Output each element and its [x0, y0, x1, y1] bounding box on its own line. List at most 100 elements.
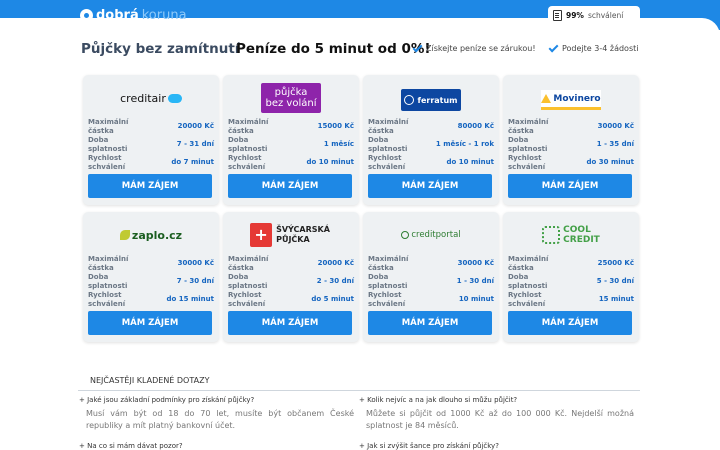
- speed-row: Rychlost schválení do 30 minut: [508, 154, 634, 171]
- lender-logo-text: ŠVÝCARSKÁ PŮJČKA: [276, 225, 330, 245]
- faq-answer: Musí vám být od 18 do 70 let, musíte být…: [86, 409, 354, 430]
- approval-percent: 99%: [566, 10, 584, 20]
- page-title: Půjčky bez zamítnutí: [81, 41, 240, 57]
- speed-value: 10 minut: [458, 295, 494, 303]
- term-label: Doba splatnosti: [228, 136, 268, 153]
- term-row: Doba splatnosti 7 - 31 dní: [88, 136, 214, 153]
- faq-answer: Můžete si půjčit od 1000 Kč až do 100 00…: [366, 409, 634, 430]
- speed-value: do 15 minut: [166, 295, 214, 303]
- speed-row: Rychlost schválení do 10 minut: [228, 154, 354, 171]
- speed-value: do 10 minut: [446, 158, 494, 166]
- lender-logo-line1: COOL: [563, 225, 591, 235]
- amount-value: 30000 Kč: [177, 259, 214, 267]
- amount-value: 20000 Kč: [177, 122, 214, 130]
- lender-logo: + ŠVÝCARSKÁ PŮJČKA: [245, 220, 335, 250]
- lender-logo-text: ferratum: [417, 95, 458, 105]
- lender-logo-text: creditportal: [411, 230, 461, 240]
- amount-row: Maximální částka 80000 Kč: [368, 118, 494, 135]
- lender-card-svycarska-pujcka: + ŠVÝCARSKÁ PŮJČKA Maximální částka 20000…: [223, 212, 359, 342]
- lender-logo: COOL CREDIT: [539, 220, 603, 250]
- lender-logo-line1: půjčka: [274, 87, 308, 98]
- lender-card-zaplo: zaplo.cz Maximální částka 30000 Kč Doba s…: [83, 212, 219, 342]
- lender-logo-text: zaplo.cz: [131, 228, 183, 242]
- lender-logo-line2: PŮJČKA: [276, 235, 310, 244]
- lender-card-ferratum: ferratum Maximální částka 80000 Kč Doba s…: [363, 75, 499, 205]
- term-row: Doba splatnosti 1 měsíc: [228, 136, 354, 153]
- faq-question[interactable]: + Kolik nejvíc a na jak dlouho si můžu p…: [359, 396, 517, 404]
- term-label: Doba splatnosti: [508, 136, 548, 153]
- page-subtitle: Peníze do 5 minut od 0%!: [236, 41, 431, 57]
- amount-value: 20000 Kč: [317, 259, 354, 267]
- checkmark-icon: [412, 43, 422, 53]
- faq-question[interactable]: + Jak si zvýšit šance pro získání půjčky…: [359, 442, 499, 450]
- amount-label: Maximální částka: [508, 255, 549, 272]
- amount-row: Maximální částka 20000 Kč: [228, 255, 354, 272]
- amount-row: Maximální částka 20000 Kč: [88, 118, 214, 135]
- amount-value: 30000 Kč: [457, 259, 494, 267]
- movinero-emblem-icon: [541, 94, 552, 103]
- interest-button[interactable]: MÁM ZÁJEM: [228, 311, 352, 335]
- swiss-cross-icon: +: [250, 223, 273, 247]
- benefit-text: Podejte 3-4 žádosti: [562, 43, 639, 53]
- lender-logo-text: COOL CREDIT: [563, 225, 600, 245]
- speed-row: Rychlost schválení do 7 minut: [88, 154, 214, 171]
- lender-logo: creditportal: [391, 220, 471, 250]
- lender-logo-line2: CREDIT: [563, 235, 600, 245]
- term-value: 7 - 30 dní: [176, 277, 214, 285]
- speed-row: Rychlost schválení do 15 minut: [88, 291, 214, 308]
- lender-card-creditportal: creditportal Maximální částka 30000 Kč Do…: [363, 212, 499, 342]
- lender-logo: Movinero: [541, 90, 601, 110]
- lender-logo-text: creditair: [120, 91, 166, 105]
- interest-button[interactable]: MÁM ZÁJEM: [228, 174, 352, 198]
- speed-label: Rychlost schválení: [508, 154, 546, 171]
- term-label: Doba splatnosti: [508, 273, 548, 290]
- interest-button[interactable]: MÁM ZÁJEM: [368, 174, 492, 198]
- creditportal-emblem-icon: [401, 231, 410, 239]
- term-row: Doba splatnosti 5 - 30 dní: [508, 273, 634, 290]
- leaf-icon: [119, 230, 130, 240]
- faq-question[interactable]: + Na co si mám dávat pozor?: [79, 442, 183, 450]
- interest-button[interactable]: MÁM ZÁJEM: [88, 174, 212, 198]
- term-row: Doba splatnosti 7 - 30 dní: [88, 273, 214, 290]
- amount-value: 25000 Kč: [597, 259, 634, 267]
- term-value: 2 - 30 dní: [316, 277, 354, 285]
- interest-button[interactable]: MÁM ZÁJEM: [88, 311, 212, 335]
- term-row: Doba splatnosti 2 - 30 dní: [228, 273, 354, 290]
- amount-row: Maximální částka 30000 Kč: [88, 255, 214, 272]
- benefit-applications: Podejte 3-4 žádosti: [548, 43, 638, 53]
- amount-label: Maximální částka: [508, 118, 549, 135]
- speed-label: Rychlost schválení: [368, 154, 406, 171]
- lender-logo-text: Movinero: [553, 93, 601, 104]
- faq-question[interactable]: + Jaké jsou základní podmínky pro získán…: [79, 396, 254, 404]
- speed-value: do 5 minut: [311, 295, 354, 303]
- amount-label: Maximální částka: [88, 118, 129, 135]
- amount-value: 15000 Kč: [317, 122, 354, 130]
- lender-logo: půjčka bez volání: [261, 83, 321, 113]
- lender-logo: creditair: [111, 83, 191, 113]
- speed-row: Rychlost schválení do 10 minut: [368, 154, 494, 171]
- term-row: Doba splatnosti 1 - 30 dní: [368, 273, 494, 290]
- interest-button[interactable]: MÁM ZÁJEM: [508, 311, 632, 335]
- approval-label: schválení: [587, 10, 624, 20]
- speed-row: Rychlost schválení 15 minut: [508, 291, 634, 308]
- checkmark-icon: [548, 43, 558, 53]
- speed-row: Rychlost schválení do 5 minut: [228, 291, 354, 308]
- speed-row: Rychlost schválení 10 minut: [368, 291, 494, 308]
- site-logo[interactable]: dobrá koruna: [80, 6, 187, 24]
- speed-label: Rychlost schválení: [88, 291, 126, 308]
- speed-label: Rychlost schválení: [88, 154, 126, 171]
- lender-card-movinero: Movinero Maximální částka 30000 Kč Doba s…: [503, 75, 639, 205]
- benefit-guarantee: Získejte peníze se zárukou!: [412, 43, 536, 53]
- speed-label: Rychlost schválení: [228, 291, 266, 308]
- coolcredit-emblem-icon: [542, 226, 561, 244]
- lender-logo-line2: bez volání: [265, 98, 317, 109]
- amount-value: 30000 Kč: [597, 122, 634, 130]
- interest-button[interactable]: MÁM ZÁJEM: [508, 174, 632, 198]
- speed-label: Rychlost schválení: [508, 291, 546, 308]
- page: dobrá koruna 99% schválení Půjčky bez za…: [0, 0, 720, 450]
- term-value: 1 měsíc: [323, 140, 354, 148]
- faq-heading: NEJČASTĚJI KLADENÉ DOTAZY: [90, 376, 210, 385]
- interest-button[interactable]: MÁM ZÁJEM: [368, 311, 492, 335]
- cloud-icon: [167, 93, 182, 103]
- term-label: Doba splatnosti: [228, 273, 268, 290]
